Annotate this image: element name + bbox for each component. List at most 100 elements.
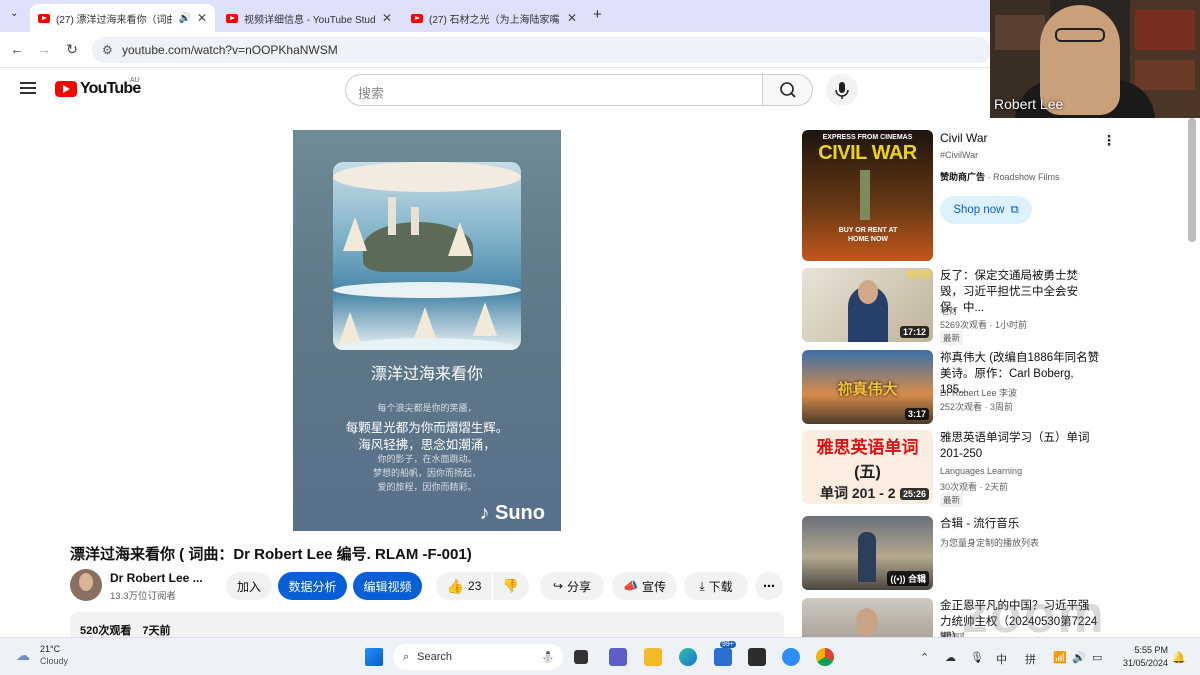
forward-arrow-icon[interactable]: → bbox=[35, 41, 53, 57]
ime-language[interactable]: 中 bbox=[996, 651, 1007, 667]
shop-now-button[interactable]: Shop now ⧉ bbox=[940, 196, 1032, 224]
notification-bell-icon[interactable]: 🔔 bbox=[1172, 651, 1186, 664]
statue-of-liberty bbox=[860, 170, 870, 220]
new-tab-plus-icon[interactable]: + bbox=[593, 6, 602, 23]
teams-icon[interactable] bbox=[609, 648, 627, 666]
recommendation-mix[interactable]: ((•)) 合辑 合辑 - 流行音乐 为您量身定制的播放列表 bbox=[802, 516, 1192, 592]
chrome-icon[interactable] bbox=[816, 648, 834, 666]
promote-button[interactable]: 📣 宣传 bbox=[612, 572, 677, 600]
country-code: AU bbox=[130, 77, 140, 84]
volume-icon[interactable]: 🔊 bbox=[1072, 651, 1086, 664]
dislike-button[interactable]: 👎 bbox=[493, 572, 529, 600]
suno-logo: ♪ Suno bbox=[479, 502, 545, 525]
mix-label: 合辑 bbox=[907, 574, 926, 584]
promote-label: 宣传 bbox=[641, 579, 666, 594]
like-count: 23 bbox=[468, 579, 482, 593]
more-vert-icon[interactable]: ⋮ bbox=[1102, 132, 1116, 149]
onedrive-icon[interactable]: ☁ bbox=[945, 651, 956, 664]
close-tab-icon[interactable]: ✕ bbox=[567, 11, 577, 25]
recommendation-ad[interactable]: EXPRESS FROM CINEMAS CIVIL WAR BUY OR RE… bbox=[802, 130, 1192, 262]
ship-sail bbox=[473, 302, 497, 336]
tab-active-video[interactable]: (27) 漂洋过海来看你（词曲 🔊 ✕ bbox=[30, 4, 215, 32]
search-button[interactable] bbox=[763, 74, 813, 106]
zoom-app-icon[interactable] bbox=[782, 648, 800, 666]
more-horizontal-icon: ⋯ bbox=[763, 579, 775, 593]
ime-mode[interactable]: 拼 bbox=[1025, 651, 1036, 667]
rec-thumbnail[interactable]: ((•)) 合辑 bbox=[802, 516, 933, 590]
recommendation-item[interactable]: 保定焚 17:12 反了：保定交通局被勇士焚毁，习近平担忧三中全会安保，中...… bbox=[802, 268, 1192, 345]
join-button[interactable]: 加入 bbox=[226, 572, 272, 600]
tab-shicai-zhiguang[interactable]: (27) 石材之光（为上海陆家嘴 ✕ bbox=[403, 4, 585, 32]
download-button[interactable]: ⤓ 下载 bbox=[684, 572, 748, 600]
wifi-icon[interactable]: 📶 bbox=[1053, 651, 1067, 664]
recommendation-item[interactable]: 雅思英语单词 (五) 单词 201 - 2 25:26 雅思英语单词学习（五）单… bbox=[802, 430, 1192, 507]
search-icon bbox=[780, 82, 796, 98]
rec-thumbnail[interactable]: 祢真伟大 3:17 bbox=[802, 350, 933, 424]
rec-channel[interactable]: stenpt bbox=[940, 630, 965, 637]
back-arrow-icon[interactable]: ← bbox=[8, 41, 26, 57]
system-clock[interactable]: 5:55 PM 31/05/2024 bbox=[1112, 644, 1168, 670]
rec-thumbnail[interactable]: 保定焚 17:12 bbox=[802, 268, 933, 342]
edge-browser-icon[interactable] bbox=[679, 648, 697, 666]
zoom-participant-video[interactable]: Robert Lee bbox=[990, 0, 1200, 118]
rec-hashtag: #CivilWar bbox=[940, 150, 979, 160]
voice-search-button[interactable] bbox=[826, 74, 858, 106]
rec-channel: 为您量身定制的播放列表 bbox=[940, 538, 1040, 548]
ship-sail bbox=[448, 222, 472, 256]
weather-widget[interactable]: ☁ 21°C Cloudy bbox=[16, 643, 68, 667]
close-tab-icon[interactable]: ✕ bbox=[197, 11, 207, 25]
cloud-band bbox=[333, 162, 521, 192]
rec-channel[interactable]: 老灯 bbox=[940, 304, 958, 317]
url-field[interactable]: ⚙ youtube.com/watch?v=nOOPKhaNWSM bbox=[92, 37, 992, 63]
rec-thumbnail[interactable]: 雅思英语单词 (五) 单词 201 - 2 25:26 bbox=[802, 430, 933, 504]
rec-channel[interactable]: Dr Robert Lee 李波 bbox=[940, 386, 1017, 399]
megaphone-icon: 📣 bbox=[623, 579, 638, 593]
like-button[interactable]: 👍 23 bbox=[436, 572, 492, 600]
battery-icon[interactable]: ▭ bbox=[1092, 651, 1102, 664]
tab-youtube-studio[interactable]: 视频详细信息 - YouTube Studio ✕ bbox=[218, 4, 400, 32]
youtube-favicon-icon bbox=[411, 13, 423, 23]
shop-now-label: Shop now bbox=[953, 204, 1005, 216]
reload-icon[interactable]: ↻ bbox=[63, 41, 81, 58]
video-player[interactable]: 漂洋过海来看你 每个浪尖都是你的笑靥， 每颗星光都为你而熠熠生辉。 海风轻拂，思… bbox=[293, 130, 561, 531]
clock-time: 5:55 PM bbox=[1134, 645, 1168, 655]
channel-avatar[interactable] bbox=[70, 569, 102, 601]
share-button[interactable]: ↪ 分享 bbox=[540, 572, 604, 600]
external-link-icon: ⧉ bbox=[1010, 203, 1019, 216]
task-view-icon[interactable] bbox=[574, 650, 588, 664]
microphone-icon[interactable]: 🎙 bbox=[970, 651, 984, 664]
rec-title[interactable]: Civil War bbox=[940, 130, 1100, 146]
tab-list-chevron-icon[interactable]: ⌄ bbox=[10, 8, 18, 19]
mail-icon[interactable]: 99+ bbox=[714, 641, 736, 666]
search-icon: ⌕ bbox=[403, 650, 410, 663]
youtube-logo[interactable]: YouTube AU bbox=[55, 77, 141, 98]
ship-sail bbox=[343, 217, 367, 251]
windows-start-icon[interactable] bbox=[365, 648, 383, 666]
rec-channel[interactable]: Languages Learning bbox=[940, 466, 1022, 476]
store-icon[interactable] bbox=[748, 648, 766, 666]
lyric-line: 海风轻拂，思念如潮涌， bbox=[358, 438, 496, 452]
file-explorer-icon[interactable] bbox=[644, 648, 662, 666]
youtube-favicon-icon bbox=[38, 13, 50, 23]
menu-hamburger-icon[interactable] bbox=[20, 82, 36, 94]
search-input[interactable]: 搜索 bbox=[345, 74, 763, 106]
rec-thumbnail[interactable] bbox=[802, 598, 933, 637]
join-label: 加入 bbox=[236, 579, 261, 594]
recommendation-item[interactable]: 祢真伟大 3:17 祢真伟大 (改编自1886年同名赞美诗。原作：Carl Bo… bbox=[802, 350, 1192, 426]
ad-thumbnail[interactable]: EXPRESS FROM CINEMAS CIVIL WAR BUY OR RE… bbox=[802, 130, 933, 261]
close-tab-icon[interactable]: ✕ bbox=[382, 11, 392, 25]
taskbar-search[interactable]: ⌕ Search ⛄ bbox=[393, 644, 563, 670]
edit-video-button[interactable]: 编辑视频 bbox=[353, 572, 422, 600]
rec-title[interactable]: 雅思英语单词学习（五）单词 201-250 bbox=[940, 430, 1100, 462]
tray-chevron-icon[interactable]: ⌃ bbox=[920, 651, 929, 664]
more-actions-button[interactable]: ⋯ bbox=[755, 572, 783, 600]
rec-title[interactable]: 合辑 - 流行音乐 bbox=[940, 516, 1100, 532]
youtube-play-icon bbox=[55, 81, 77, 97]
analytics-button[interactable]: 数据分析 bbox=[278, 572, 347, 600]
speaker-icon[interactable]: 🔊 bbox=[178, 13, 190, 24]
rec-title[interactable]: 反了：保定交通局被勇士焚毁，习近平担忧三中全会安保，中... bbox=[940, 268, 1100, 316]
subscriber-count: 13.3万位订阅者 bbox=[110, 591, 176, 602]
channel-name[interactable]: Dr Robert Lee ... bbox=[110, 571, 203, 585]
site-settings-icon[interactable]: ⚙ bbox=[102, 43, 113, 57]
ship-sail bbox=[413, 307, 437, 341]
